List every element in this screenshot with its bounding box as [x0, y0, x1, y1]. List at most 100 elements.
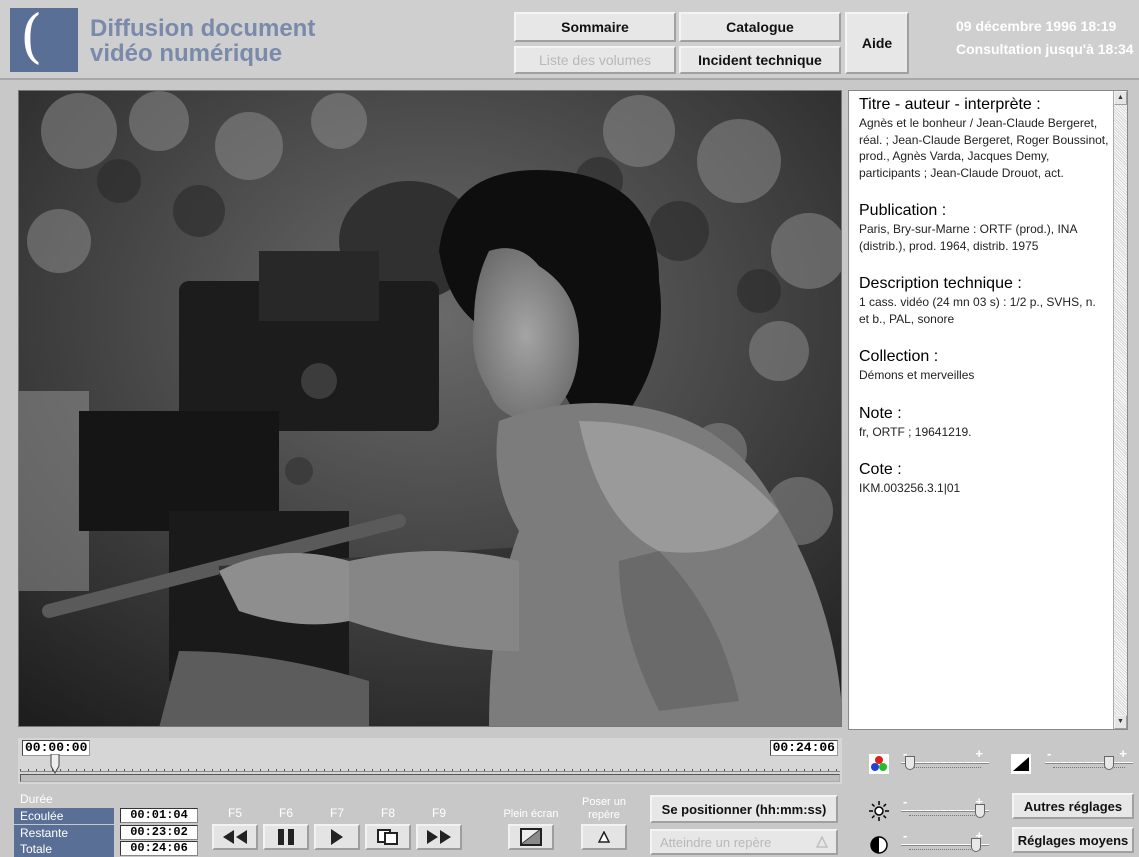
- frame-step-button[interactable]: [365, 824, 411, 850]
- aide-button[interactable]: Aide: [845, 12, 909, 74]
- frames-icon: [377, 829, 398, 845]
- brightness-slider[interactable]: - +: [901, 794, 989, 820]
- notice-scrollbar[interactable]: ▲ ▼: [1113, 91, 1127, 729]
- slider-scale: [909, 767, 981, 769]
- session-info: 09 décembre 1996 18:19 Consultation jusq…: [916, 15, 1139, 61]
- catalogue-button[interactable]: Catalogue: [679, 12, 841, 42]
- pause-button[interactable]: [263, 824, 309, 850]
- notice-heading: Titre - auteur - interprète :: [859, 96, 1041, 113]
- fullscreen-icon: [520, 828, 542, 846]
- play-icon: [331, 829, 343, 845]
- duration-stats: Durée Ecoulée 00:01:04 Restante 00:23:02…: [14, 790, 204, 857]
- fast-forward-icon: [427, 830, 451, 844]
- session-consultation: Consultation jusqu'à 18:34: [956, 41, 1134, 57]
- slider-knob[interactable]: [971, 838, 981, 852]
- marker-icon: [815, 835, 829, 851]
- notice-text: Paris, Bry-sur-Marne : ORTF (prod.), INA…: [859, 222, 1077, 253]
- slider-plus: +: [1119, 746, 1127, 761]
- app-logo: (: [10, 4, 78, 72]
- contrast-icon: [869, 835, 889, 855]
- restante-value: 00:23:02: [120, 825, 198, 840]
- notice-heading: Note :: [859, 404, 902, 422]
- f7-label: F7: [329, 806, 344, 820]
- notice-text: fr, ORTF ; 19641219.: [859, 424, 972, 439]
- scroll-down-icon[interactable]: ▼: [1114, 715, 1127, 729]
- app-title-line2: vidéo numérique: [90, 40, 283, 67]
- restante-label: Restante: [14, 825, 114, 841]
- atteindre-repere-button[interactable]: Atteindre un repère: [650, 829, 838, 855]
- totale-value: 00:24:06: [120, 841, 198, 856]
- pause-icon: [278, 829, 294, 845]
- app-title-line1: Diffusion document: [90, 15, 316, 42]
- play-button[interactable]: [314, 824, 360, 850]
- plein-ecran-button[interactable]: [508, 824, 554, 850]
- session-date: 09 décembre 1996 18:19: [956, 18, 1117, 34]
- video-frame-image: [19, 91, 841, 726]
- slider-track: [1045, 762, 1133, 764]
- notice-heading: Description technique :: [859, 275, 1022, 292]
- marker-icon: [598, 831, 610, 843]
- slider-minus: -: [903, 794, 908, 809]
- slider-knob[interactable]: [1104, 756, 1114, 770]
- autres-reglages-button[interactable]: Autres réglages: [1012, 793, 1134, 819]
- incident-technique-button[interactable]: Incident technique: [679, 46, 841, 74]
- fast-forward-button[interactable]: [416, 824, 462, 850]
- notice-section-cote: Cote : IKM.003256.3.1|01: [859, 460, 1109, 497]
- ecoulee-value: 00:01:04: [120, 808, 198, 823]
- timeline-ticks: [20, 766, 840, 772]
- timeline-playhead[interactable]: [50, 753, 60, 775]
- logo-bracket-icon: (: [20, 2, 43, 70]
- notice-panel: Titre - auteur - interprète : Agnès et l…: [848, 90, 1128, 730]
- notice-section-note: Note : fr, ORTF ; 19641219.: [859, 404, 1109, 441]
- reglages-moyens-button[interactable]: Réglages moyens: [1012, 827, 1134, 853]
- sharpness-icon: [1011, 754, 1031, 774]
- scroll-up-icon[interactable]: ▲: [1114, 91, 1127, 105]
- timeline-track[interactable]: [20, 774, 840, 782]
- color-slider[interactable]: - +: [901, 746, 989, 772]
- notice-heading: Publication :: [859, 202, 947, 219]
- slider-plus: +: [975, 746, 983, 761]
- rewind-button[interactable]: [212, 824, 258, 850]
- liste-volumes-button[interactable]: Liste des volumes: [514, 46, 676, 74]
- slider-knob[interactable]: [975, 804, 985, 818]
- ecoulee-label: Ecoulée: [14, 808, 114, 824]
- brightness-icon: [869, 801, 889, 821]
- sommaire-button[interactable]: Sommaire: [514, 12, 676, 42]
- notice-text: 1 cass. vidéo (24 mn 03 s) : 1/2 p., SVH…: [859, 295, 1096, 326]
- stat-restante: Restante 00:23:02: [14, 825, 204, 841]
- timeline-end-time: 00:24:06: [769, 740, 838, 756]
- color-icon: [869, 754, 889, 774]
- app-title: Diffusion document vidéo numérique: [90, 16, 315, 66]
- poser-repere-button[interactable]: [581, 824, 627, 850]
- positionner-button[interactable]: Se positionner (hh:mm:ss): [650, 795, 838, 823]
- slider-scale: [909, 815, 981, 817]
- slider-knob[interactable]: [905, 756, 915, 770]
- notice-section-titre: Titre - auteur - interprète : Agnès et l…: [859, 95, 1109, 181]
- slider-minus: -: [1047, 746, 1052, 761]
- sharpness-slider[interactable]: - +: [1045, 746, 1133, 772]
- notice-content: Titre - auteur - interprète : Agnès et l…: [859, 95, 1109, 517]
- f8-label: F8: [380, 806, 395, 820]
- totale-label: Totale: [14, 841, 114, 857]
- notice-section-description: Description technique : 1 cass. vidéo (2…: [859, 274, 1109, 327]
- f6-label: F6: [278, 806, 293, 820]
- notice-text: Démons et merveilles: [859, 368, 975, 382]
- notice-section-collection: Collection : Démons et merveilles: [859, 347, 1109, 384]
- notice-section-publication: Publication : Paris, Bry-sur-Marne : ORT…: [859, 201, 1109, 254]
- f5-label: F5: [227, 806, 242, 820]
- contrast-slider[interactable]: - +: [901, 828, 989, 854]
- notice-text: IKM.003256.3.1|01: [859, 481, 961, 495]
- poser-repere-line2: repère: [588, 809, 620, 821]
- video-settings: - + - + - + - + Autres réglages Réglages: [855, 738, 1139, 857]
- poser-repere-line1: Poser un: [581, 796, 627, 808]
- rewind-icon: [223, 830, 247, 844]
- video-player[interactable]: [18, 90, 842, 727]
- slider-minus: -: [903, 828, 908, 843]
- f9-label: F9: [431, 806, 446, 820]
- atteindre-repere-label: Atteindre un repère: [660, 834, 772, 850]
- notice-heading: Cote :: [859, 461, 902, 478]
- duree-label: Durée: [20, 792, 53, 806]
- stat-totale: Totale 00:24:06: [14, 841, 204, 857]
- header-bar: ( Diffusion document vidéo numérique Som…: [0, 0, 1139, 80]
- timeline[interactable]: 00:00:00 00:24:06: [18, 738, 842, 784]
